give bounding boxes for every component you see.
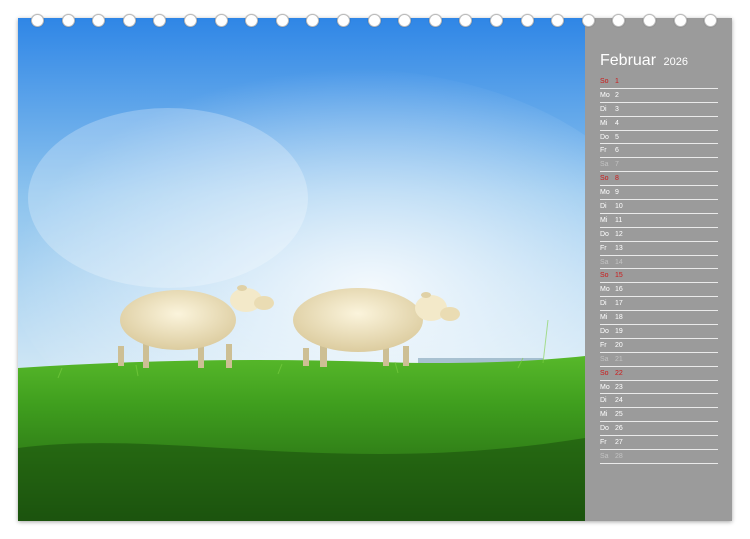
day-number: 12 [615, 230, 623, 238]
calendar-day-row: Sa 7 [600, 158, 718, 173]
day-number: 4 [615, 119, 619, 127]
calendar-day-row: So 1 [600, 75, 718, 89]
weekday-label: Fr [600, 341, 607, 349]
calendar-day-row: Sa 28 [600, 450, 718, 464]
weekday-label: Mi [600, 216, 608, 224]
weekday-label: Do [600, 230, 609, 238]
weekday-label: Mi [600, 119, 608, 127]
calendar-day-row: So 8 [600, 172, 718, 187]
month-year: 2026 [663, 56, 688, 68]
calendar-day-row: Do 12 [600, 228, 718, 242]
calendar-day-row: Do 19 [600, 325, 718, 339]
calendar-day-row: Sa 21 [600, 353, 718, 367]
calendar-day-row: So 22 [600, 367, 718, 381]
weekday-label: Di [600, 203, 607, 211]
weekday-label: Mi [600, 314, 608, 322]
calendar-day-row: Mo 16 [600, 283, 718, 298]
sheep-photo-illustration [18, 18, 585, 521]
calendar-day-row: Mi 25 [600, 408, 718, 423]
day-number: 22 [615, 369, 623, 377]
weekday-label: Di [600, 105, 607, 113]
calendar-day-row: Mi 18 [600, 311, 718, 326]
weekday-label: Do [600, 328, 609, 336]
weekday-label: Sa [600, 161, 609, 169]
calendar-day-row: Fr 13 [600, 242, 718, 256]
calendar-day-row: Sa 14 [600, 256, 718, 270]
day-number: 28 [615, 453, 623, 461]
calendar-panel: Februar 2026 So 1 Mo 2 Di 3 Mi 4 Do 5 Fr 6 Sa 7 So 8 Mo 9… [585, 18, 732, 521]
weekday-label: Di [600, 397, 607, 405]
calendar-day-row: Mo 9 [600, 186, 718, 201]
day-number: 15 [615, 272, 623, 280]
sheep-photo [18, 18, 585, 521]
calendar-day-row: Mo 23 [600, 381, 718, 395]
weekday-label: Mo [600, 189, 610, 197]
weekday-label: Sa [600, 258, 609, 266]
day-number: 18 [615, 314, 623, 322]
calendar-day-row: Di 3 [600, 103, 718, 117]
weekday-label: So [600, 175, 609, 183]
weekday-label: Mi [600, 411, 608, 419]
calendar-page: Februar 2026 So 1 Mo 2 Di 3 Mi 4 Do 5 Fr 6 Sa 7 So 8 Mo 9… [18, 18, 732, 521]
weekday-label: Fr [600, 147, 607, 155]
day-number: 9 [615, 189, 619, 197]
weekday-label: So [600, 78, 609, 85]
weekday-label: Mo [600, 91, 610, 99]
calendar-day-row: Do 5 [600, 131, 718, 145]
day-number: 25 [615, 411, 623, 419]
day-number: 24 [615, 397, 623, 405]
day-number: 20 [615, 341, 623, 349]
calendar-day-row: Fr 27 [600, 436, 718, 451]
weekday-label: Mo [600, 286, 610, 294]
calendar-day-row: Di 17 [600, 297, 718, 312]
weekday-label: Sa [600, 355, 609, 363]
calendar-day-row: Di 24 [600, 394, 718, 409]
day-number: 10 [615, 203, 623, 211]
day-number: 6 [615, 147, 619, 155]
weekday-label: Mo [600, 383, 610, 391]
day-number: 21 [615, 355, 623, 363]
calendar-day-row: Fr 20 [600, 339, 718, 353]
day-number: 27 [615, 439, 623, 447]
calendar-day-row: Fr 6 [600, 144, 718, 159]
calendar-day-row: Mo 2 [600, 89, 718, 103]
day-number: 26 [615, 425, 623, 433]
day-number: 8 [615, 175, 619, 183]
day-number: 16 [615, 286, 623, 294]
day-number: 11 [615, 216, 623, 224]
day-number: 3 [615, 105, 619, 113]
day-number: 13 [615, 244, 623, 252]
weekday-label: Sa [600, 453, 609, 461]
calendar-day-row: Di 10 [600, 200, 718, 214]
weekday-label: Fr [600, 439, 607, 447]
day-number: 2 [615, 91, 619, 99]
day-number: 19 [615, 328, 623, 336]
month-header: Februar 2026 [600, 52, 688, 70]
weekday-label: So [600, 272, 609, 280]
day-number: 1 [615, 78, 619, 85]
weekday-label: Do [600, 133, 609, 141]
month-name: Februar [600, 52, 657, 69]
day-number: 7 [615, 161, 619, 169]
day-number: 17 [615, 300, 623, 308]
weekday-label: Di [600, 300, 607, 308]
weekday-label: Fr [600, 244, 607, 252]
weekday-label: Do [600, 425, 609, 433]
day-number: 14 [615, 258, 623, 266]
day-number: 5 [615, 133, 619, 141]
day-number: 23 [615, 383, 623, 391]
weekday-label: So [600, 369, 609, 377]
calendar-day-row: So 15 [600, 269, 718, 284]
calendar-day-row: Mi 4 [600, 117, 718, 131]
calendar-day-row: Mi 11 [600, 214, 718, 228]
day-list: So 1 Mo 2 Di 3 Mi 4 Do 5 Fr 6 Sa 7 So 8 Mo 9 Di 10 Mi 11 Do 12 F… [600, 75, 718, 464]
calendar-day-row: Do 26 [600, 422, 718, 437]
